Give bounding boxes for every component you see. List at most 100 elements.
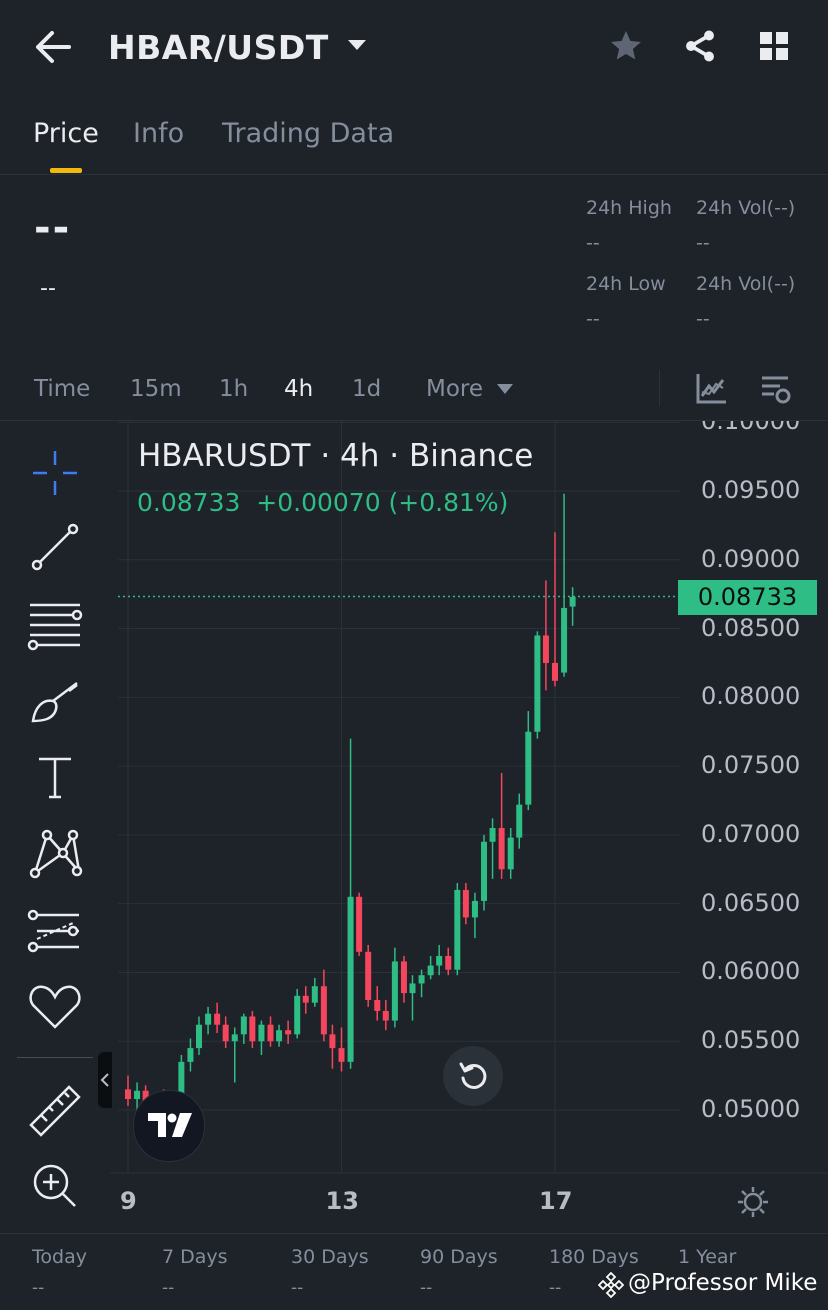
candle <box>347 738 354 1069</box>
candle <box>525 711 532 811</box>
candle-body <box>178 1061 185 1094</box>
perf-value-7d: -- <box>162 1278 175 1298</box>
candle <box>489 818 496 879</box>
interval-15m[interactable]: 15m <box>130 376 182 402</box>
candle-body <box>427 965 434 976</box>
interval-more[interactable]: More <box>426 376 483 402</box>
candle-body <box>249 1016 256 1042</box>
candle <box>205 1006 212 1035</box>
candle <box>454 883 461 976</box>
share-icon[interactable] <box>682 28 718 64</box>
grid-icon[interactable] <box>758 30 790 62</box>
candle <box>400 955 407 1003</box>
candle <box>498 772 505 879</box>
star-icon[interactable] <box>608 28 644 64</box>
active-tab-indicator <box>50 168 82 173</box>
price-tick-label: 0.05500 <box>701 1026 801 1055</box>
pattern-icon[interactable] <box>25 823 85 883</box>
chart-settings-icon[interactable] <box>758 372 792 406</box>
interval-1d[interactable]: 1d <box>352 376 381 402</box>
candle <box>436 944 443 976</box>
candle-body <box>516 804 523 838</box>
tradingview-logo[interactable] <box>133 1090 205 1162</box>
perf-value-today: -- <box>32 1278 45 1298</box>
candle-body <box>391 961 398 1021</box>
price-tick-label: 0.09500 <box>701 476 801 504</box>
more-caret-icon[interactable] <box>496 383 514 395</box>
candle-body <box>356 896 363 952</box>
candle <box>516 793 523 849</box>
candle <box>195 1016 202 1055</box>
drawing-toolbar <box>0 421 110 1233</box>
candle <box>471 892 478 939</box>
low-label: 24h Low <box>586 273 666 295</box>
vol1-value: -- <box>696 232 710 254</box>
binance-logo-icon <box>598 1272 624 1298</box>
text-tool-icon[interactable] <box>25 747 85 807</box>
crosshair-icon[interactable] <box>25 443 85 503</box>
pair-title[interactable]: HBAR/USDT <box>108 28 329 67</box>
perf-value-180d: -- <box>549 1278 562 1298</box>
interval-time[interactable]: Time <box>34 376 90 402</box>
candle-body <box>320 986 327 1035</box>
chart-legend-values: 0.08733 +0.00070 (+0.81%) <box>137 488 509 517</box>
price-tick-label: 0.06000 <box>701 957 801 986</box>
chevron-left-icon[interactable] <box>100 1072 110 1088</box>
horizontal-lines-icon[interactable] <box>25 593 85 653</box>
chart-legend-title: HBARUSDT · 4h · Binance <box>138 438 534 474</box>
candle <box>445 947 452 976</box>
candle <box>187 1038 194 1072</box>
indicator-icon[interactable] <box>694 372 728 406</box>
candle <box>507 828 514 879</box>
forecast-icon[interactable] <box>25 901 85 961</box>
perf-value-90d: -- <box>420 1278 433 1298</box>
tab-trading-data[interactable]: Trading Data <box>222 118 394 149</box>
candle-body <box>569 596 576 607</box>
candle-body <box>205 1013 212 1025</box>
reset-chart-button[interactable] <box>443 1046 503 1106</box>
interval-4h[interactable]: 4h <box>284 376 313 402</box>
interval-1h[interactable]: 1h <box>219 376 248 402</box>
price-tick-label: 0.08000 <box>701 682 801 711</box>
tab-price[interactable]: Price <box>33 118 99 149</box>
candle <box>320 969 327 1042</box>
price-tick-label: 0.06500 <box>701 888 801 917</box>
candle-body <box>267 1024 274 1042</box>
back-arrow-icon[interactable] <box>34 30 72 64</box>
candle-body <box>400 961 407 994</box>
candle <box>231 1027 238 1083</box>
candle <box>258 1020 265 1055</box>
candle <box>552 532 558 687</box>
low-value: -- <box>586 308 600 330</box>
zoom-in-icon[interactable] <box>25 1156 85 1216</box>
candle <box>391 947 398 1028</box>
trend-line-icon[interactable] <box>25 517 85 577</box>
reset-icon <box>459 1062 487 1089</box>
candle-body <box>338 1048 345 1062</box>
ruler-icon[interactable] <box>25 1081 85 1141</box>
candle-body <box>240 1016 247 1035</box>
heart-icon[interactable] <box>25 977 85 1037</box>
candle <box>329 1024 336 1069</box>
price-tick-label: 0.09000 <box>701 544 801 573</box>
caret-down-icon[interactable] <box>346 38 368 52</box>
brush-icon[interactable] <box>25 671 85 731</box>
candle <box>249 1010 256 1049</box>
candle <box>569 587 576 626</box>
candle-body <box>542 635 549 663</box>
candle <box>481 834 488 911</box>
candle-body <box>311 986 318 1003</box>
gear-icon[interactable] <box>736 1185 770 1219</box>
top-bar: HBAR/USDT <box>0 0 828 95</box>
candle-body <box>187 1048 194 1062</box>
perf-label-7d: 7 Days <box>162 1246 228 1268</box>
high-value: -- <box>586 232 600 254</box>
candle <box>276 1024 283 1047</box>
tab-info[interactable]: Info <box>133 118 184 149</box>
candle-body <box>445 955 452 970</box>
price-tick-label: 0.07500 <box>701 751 801 780</box>
candle-body <box>418 975 425 984</box>
toolbar-collapse-handle[interactable] <box>98 1052 112 1108</box>
price-tick-label: 0.05000 <box>701 1095 801 1123</box>
candle-body <box>285 1030 292 1035</box>
